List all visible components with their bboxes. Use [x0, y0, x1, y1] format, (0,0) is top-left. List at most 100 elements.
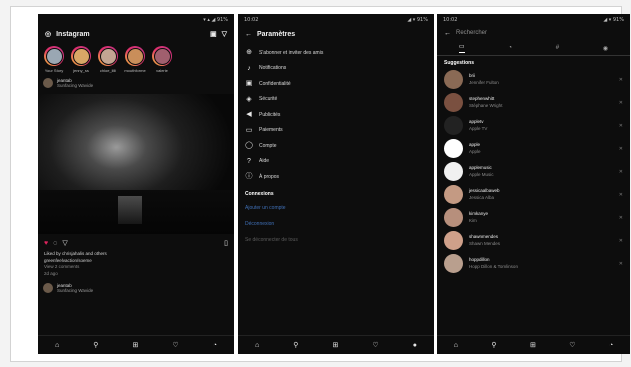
share-icon[interactable]: ▽ — [62, 240, 67, 247]
settings-item[interactable]: ? Aide — [238, 154, 434, 170]
home-icon[interactable]: ⌂ — [55, 342, 59, 349]
activity-heart-icon[interactable]: ♡ — [569, 341, 575, 349]
tab-accounts-icon[interactable]: ◔ — [508, 45, 512, 51]
search-bar[interactable]: ← Rechercher — [437, 25, 630, 41]
story-item[interactable]: Your Story — [43, 46, 65, 73]
post-location[interactable]: Sunfacing Wavide — [57, 83, 93, 88]
page-title: Paramètres — [257, 30, 296, 38]
activity-heart-icon[interactable]: ♡ — [172, 341, 178, 349]
dismiss-icon[interactable]: ✕ — [619, 123, 623, 129]
dismiss-icon[interactable]: ✕ — [619, 192, 623, 198]
avatar[interactable] — [444, 162, 463, 181]
logout-link[interactable]: Déconnexion — [238, 216, 434, 232]
avatar[interactable] — [444, 185, 463, 204]
story-name: Your Story — [44, 68, 64, 73]
suggested-account-row[interactable]: apple Apple ✕ — [437, 137, 630, 160]
settings-item[interactable]: ▣ Confidentialité — [238, 76, 434, 92]
bookmark-icon[interactable]: ▯ — [224, 240, 228, 247]
back-arrow-icon[interactable]: ← — [444, 30, 451, 37]
stories-tray: Your Story jenny_ss chloe_lilli mouthfor… — [38, 43, 234, 73]
avatar[interactable] — [43, 78, 53, 89]
settings-item[interactable]: ◈ Sécurité — [238, 92, 434, 108]
avatar[interactable] — [444, 93, 463, 112]
avatar[interactable] — [444, 139, 463, 158]
profile-icon[interactable]: ◔ — [609, 342, 613, 349]
home-icon[interactable]: ⌂ — [454, 342, 458, 349]
suggested-account-row[interactable]: stephenwhitt Stéphane Wright ✕ — [437, 91, 630, 114]
logout-all-link[interactable]: Se déconnecter de tous — [238, 232, 434, 248]
home-icon[interactable]: ⌂ — [255, 342, 259, 349]
story-item[interactable]: chloe_lilli — [97, 46, 119, 73]
avatar[interactable] — [444, 70, 463, 89]
tab-places-icon[interactable]: ◉ — [603, 45, 608, 52]
search-icon[interactable]: ⚲ — [491, 341, 496, 349]
suggested-account-row[interactable]: brii Jennifer Fulton ✕ — [437, 68, 630, 91]
direct-message-icon[interactable]: ▽ — [222, 31, 227, 38]
suggested-account-row[interactable]: jessicaalbaweb Jessica Alba ✕ — [437, 183, 630, 206]
status-icons: ◢ ▾ 91% — [407, 16, 428, 23]
status-icons: ◢ ▾ 91% — [603, 16, 624, 23]
tab-top-icon[interactable]: ▭ — [458, 43, 465, 53]
add-post-icon[interactable]: ⊞ — [132, 341, 138, 349]
section-heading: Connexions — [245, 190, 274, 197]
search-screen: 10:02 ◢ ▾ 91% ← Rechercher ▭ ◔ # ◉ Sugge… — [437, 14, 630, 354]
avatar — [99, 47, 117, 65]
igtv-icon[interactable]: ▣ — [210, 31, 217, 38]
dismiss-icon[interactable]: ✕ — [619, 100, 623, 106]
post-timestamp: 2d ago — [44, 271, 58, 277]
story-item[interactable]: jenny_ss — [70, 46, 92, 73]
status-bar: 10:02 ◢ ▾ 91% — [437, 14, 630, 25]
camera-icon[interactable]: ◎ — [45, 31, 51, 38]
avatar[interactable] — [43, 283, 53, 294]
settings-item[interactable]: ⊕ S'abonner et inviter des amis — [238, 45, 434, 61]
avatar[interactable] — [444, 231, 463, 250]
comment-icon[interactable]: ◌ — [53, 240, 57, 247]
suggested-account-row[interactable]: hoppdillon Hopp Dillon & Tomlinson ✕ — [437, 252, 630, 275]
settings-item[interactable]: ♪ Notifications — [238, 61, 434, 77]
add-account-link[interactable]: Ajouter un compte — [238, 200, 434, 216]
profile-icon[interactable]: ◔ — [213, 342, 217, 349]
search-icon[interactable]: ⚲ — [293, 341, 298, 349]
search-input[interactable]: Rechercher — [456, 30, 487, 36]
like-heart-icon[interactable]: ♥ — [44, 240, 48, 247]
avatar[interactable] — [444, 116, 463, 135]
settings-item[interactable]: ⓘ À propos — [238, 169, 434, 185]
feed-header: ◎ Instagram ▣ ▽ — [38, 25, 234, 43]
avatar[interactable] — [444, 254, 463, 273]
dismiss-icon[interactable]: ✕ — [619, 77, 623, 83]
status-icons: ▾ ▴ ◢ 91% — [203, 16, 228, 23]
avatar — [45, 47, 63, 65]
app-logo-text: Instagram — [56, 30, 90, 38]
follow-icon: ⊕ — [246, 49, 252, 57]
view-comments-link[interactable]: View 2 comments — [44, 264, 228, 271]
account-description: Jessica Alba — [469, 194, 495, 200]
settings-item[interactable]: ▭ Paiements — [238, 123, 434, 139]
settings-item[interactable]: ◀ Publicités — [238, 107, 434, 123]
suggested-account-row[interactable]: shawnmendes Shawn Mendes ✕ — [437, 229, 630, 252]
dismiss-icon[interactable]: ✕ — [619, 238, 623, 244]
likes-text[interactable]: Liked by chrisjahalis and others — [44, 251, 228, 258]
dismiss-icon[interactable]: ✕ — [619, 261, 623, 267]
search-icon[interactable]: ⚲ — [93, 341, 98, 349]
settings-item-label: Paiements — [259, 127, 283, 134]
profile-icon[interactable]: ● — [413, 342, 417, 349]
back-arrow-icon[interactable]: ← — [245, 31, 252, 38]
add-post-icon[interactable]: ⊞ — [332, 341, 338, 349]
account-description: Jennifer Fulton — [469, 79, 499, 85]
tab-tags-icon[interactable]: # — [556, 45, 559, 51]
suggested-account-row[interactable]: applemusic Apple Music ✕ — [437, 160, 630, 183]
post-image[interactable] — [38, 93, 234, 234]
avatar[interactable] — [444, 208, 463, 227]
account-description: Hopp Dillon & Tomlinson — [469, 263, 518, 269]
suggested-account-row[interactable]: appletv Apple TV ✕ — [437, 114, 630, 137]
story-item[interactable]: mouthforme — [124, 46, 146, 73]
settings-item[interactable]: ◯ Compte — [238, 138, 434, 154]
add-post-icon[interactable]: ⊞ — [530, 341, 536, 349]
activity-heart-icon[interactable]: ♡ — [372, 341, 378, 349]
post-location[interactable]: Sunfacing Wavide — [57, 288, 93, 293]
suggested-account-row[interactable]: kimkanye Kim ✕ — [437, 206, 630, 229]
dismiss-icon[interactable]: ✕ — [619, 215, 623, 221]
story-item[interactable]: valerie — [151, 46, 173, 73]
dismiss-icon[interactable]: ✕ — [619, 146, 623, 152]
dismiss-icon[interactable]: ✕ — [619, 169, 623, 175]
